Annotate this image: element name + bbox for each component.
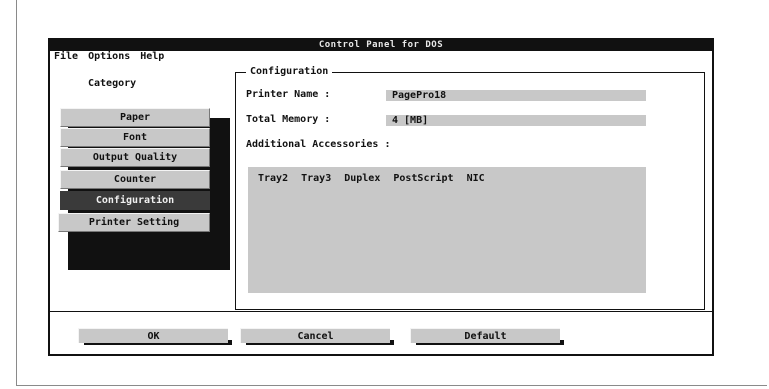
accessory-postscript[interactable]: PostScript (393, 173, 453, 184)
configuration-group: Configuration Printer Name : PagePro18 T… (235, 66, 705, 310)
category-printer-setting-button[interactable]: Printer Setting (58, 213, 210, 232)
category-output-quality-button[interactable]: Output Quality (60, 148, 210, 167)
total-memory-label: Total Memory : (246, 114, 331, 125)
total-memory-value: 4 [MB] (386, 115, 646, 126)
category-paper-button[interactable]: Paper (60, 108, 210, 127)
accessories-label: Additional Accessories : (246, 139, 391, 150)
button-separator (50, 311, 712, 312)
ok-button[interactable]: OK (78, 328, 228, 343)
category-counter-button[interactable]: Counter (60, 170, 210, 189)
accessory-nic[interactable]: NIC (467, 173, 485, 184)
window-title: Control Panel for DOS (50, 40, 712, 51)
printer-name-value: PagePro18 (386, 90, 646, 101)
default-button[interactable]: Default (410, 328, 560, 343)
menu-help[interactable]: Help (140, 51, 164, 63)
menu-file[interactable]: File (54, 51, 78, 63)
category-font-button[interactable]: Font (60, 128, 210, 147)
category-label: Category (88, 78, 137, 89)
cancel-button[interactable]: Cancel (240, 328, 390, 343)
accessory-tray3[interactable]: Tray3 (301, 173, 331, 184)
accessory-duplex[interactable]: Duplex (344, 173, 380, 184)
menu-options[interactable]: Options (88, 51, 130, 63)
control-panel-window: Control Panel for DOS File Options Help … (48, 38, 714, 356)
accessory-tray2[interactable]: Tray2 (258, 173, 288, 184)
category-configuration-button[interactable]: Configuration (60, 191, 210, 210)
printer-name-label: Printer Name : (246, 89, 331, 100)
accessories-list[interactable]: Tray2 Tray3 Duplex PostScript NIC (248, 167, 646, 293)
configuration-group-title: Configuration (246, 66, 333, 77)
menu-bar: File Options Help (50, 51, 164, 63)
